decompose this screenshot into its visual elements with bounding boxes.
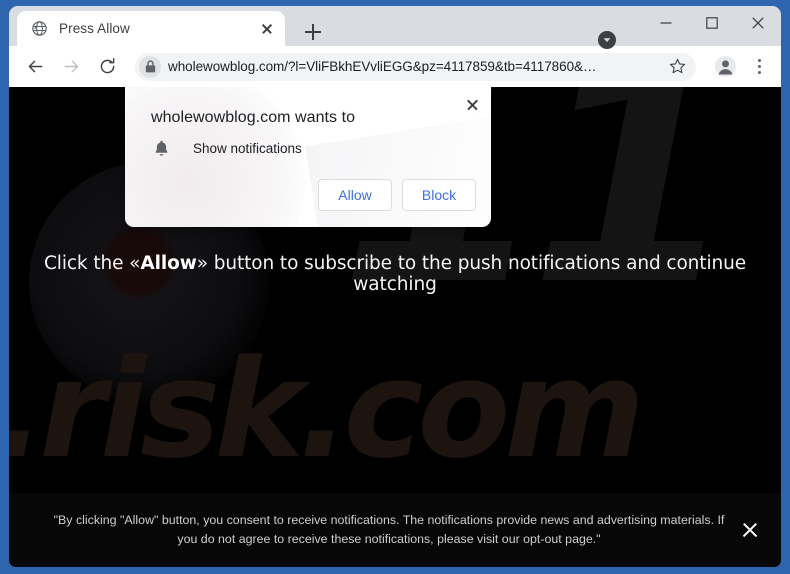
headline-emphasis: Allow	[140, 253, 197, 274]
consent-close-icon[interactable]	[739, 519, 761, 541]
bell-icon	[155, 140, 168, 156]
page-viewport: 11 .risk.com wholewowblog.com wants to S…	[9, 87, 781, 567]
tab-close-icon[interactable]	[257, 19, 277, 39]
chevron-down-circle-icon[interactable]	[598, 31, 616, 49]
arrow-right-icon	[64, 60, 78, 73]
close-window-button[interactable]	[735, 6, 781, 40]
headline-suffix: » button to subscribe to the push notifi…	[196, 253, 747, 295]
consent-bar: "By clicking "Allow" button, you consent…	[9, 493, 781, 567]
permission-row: Show notifications	[152, 139, 302, 158]
consent-text: "By clicking "Allow" button, you consent…	[53, 512, 725, 546]
browser-window: Press Allow wholewowblog.com/?l=VliFBkhE…	[9, 6, 781, 567]
tab-title: Press Allow	[59, 21, 130, 36]
browser-tab[interactable]: Press Allow	[17, 11, 285, 46]
watermark-word: .risk.com	[9, 331, 645, 488]
dialog-close-icon[interactable]	[461, 94, 483, 116]
page-headline: Click the «Allow» button to subscribe to…	[9, 253, 781, 295]
globe-icon	[32, 21, 47, 36]
tab-strip: Press Allow	[9, 6, 781, 49]
profile-avatar-icon[interactable]	[712, 54, 738, 80]
headline-prefix: Click the «	[43, 253, 141, 274]
browser-menu-button[interactable]	[747, 54, 771, 80]
back-button[interactable]	[21, 53, 49, 81]
maximize-button[interactable]	[689, 6, 735, 40]
dialog-actions: Allow Block	[318, 179, 476, 211]
block-button[interactable]: Block	[402, 179, 476, 211]
reload-icon	[100, 58, 114, 74]
new-tab-button[interactable]	[299, 18, 327, 46]
forward-button[interactable]	[57, 53, 85, 81]
minimize-button[interactable]	[643, 6, 689, 40]
address-bar[interactable]: wholewowblog.com/?l=VliFBkhEVvliEGG&pz=4…	[135, 52, 696, 81]
kebab-dot	[757, 71, 761, 74]
permission-label: Show notifications	[193, 141, 302, 156]
allow-button[interactable]: Allow	[318, 179, 392, 211]
kebab-dot	[757, 65, 761, 68]
dialog-title: wholewowblog.com wants to	[151, 109, 356, 126]
reload-button[interactable]	[93, 53, 121, 81]
notification-permission-dialog: wholewowblog.com wants to Show notificat…	[125, 87, 491, 227]
window-frame: Press Allow wholewowblog.com/?l=VliFBkhE…	[0, 0, 790, 574]
lock-icon[interactable]	[139, 55, 161, 78]
window-controls	[643, 6, 781, 40]
url-text: wholewowblog.com/?l=VliFBkhEVvliEGG&pz=4…	[168, 59, 597, 74]
kebab-dot	[757, 59, 761, 62]
browser-toolbar: wholewowblog.com/?l=VliFBkhEVvliEGG&pz=4…	[9, 46, 781, 87]
bookmark-star-icon[interactable]	[664, 54, 690, 80]
arrow-left-icon	[28, 60, 42, 73]
